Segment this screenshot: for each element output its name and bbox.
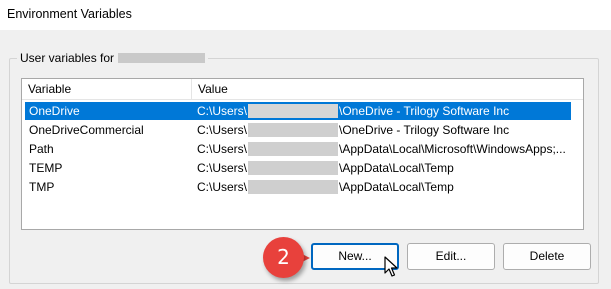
step-number-badge: 2 [263, 237, 304, 278]
value-suffix: \OneDrive - Trilogy Software Inc [339, 123, 510, 137]
window-title: Environment Variables [7, 7, 132, 21]
redacted-username [248, 104, 339, 118]
column-header-value[interactable]: Value [192, 79, 584, 100]
variable-value: C:\Users\ \AppData\Local\Temp [197, 161, 454, 175]
redacted-username [118, 53, 206, 63]
variable-name: TMP [29, 180, 55, 194]
table-row[interactable]: OneDrive C:\Users\ \OneDrive - Trilogy So… [25, 102, 571, 120]
variable-name: OneDriveCommercial [29, 123, 144, 137]
title-bar: Environment Variables [0, 0, 611, 30]
user-variables-list[interactable]: Variable Value OneDrive C:\Users\ \OneDri… [21, 78, 584, 230]
variable-name: OneDrive [29, 104, 80, 118]
value-suffix: \AppData\Local\Temp [339, 180, 454, 194]
value-suffix: \AppData\Local\Microsoft\WindowsApps;... [339, 142, 566, 156]
table-row[interactable]: TMP C:\Users\ \AppData\Local\Temp [25, 178, 571, 196]
value-suffix: \AppData\Local\Temp [339, 161, 454, 175]
variable-value: C:\Users\ \OneDrive - Trilogy Software In… [197, 123, 509, 137]
variable-name: TEMP [29, 161, 63, 175]
value-suffix: \OneDrive - Trilogy Software Inc [339, 104, 510, 118]
user-variables-label: User variables for [20, 51, 115, 65]
variable-name: Path [29, 142, 54, 156]
table-row[interactable]: Path C:\Users\ \AppData\Local\Microsoft\W… [25, 140, 571, 158]
redacted-username [248, 142, 339, 156]
redacted-username [248, 161, 339, 175]
user-variables-legend: User variables for [17, 51, 209, 65]
table-row[interactable]: OneDriveCommercial C:\Users\ \OneDrive - … [25, 121, 571, 139]
column-header-variable[interactable]: Variable [22, 79, 192, 100]
variable-value: C:\Users\ \OneDrive - Trilogy Software In… [197, 104, 509, 118]
value-prefix: C:\Users\ [197, 104, 248, 118]
delete-button[interactable]: Delete [503, 243, 591, 270]
variable-value: C:\Users\ \AppData\Local\Microsoft\Window… [197, 142, 566, 156]
list-header: Variable Value [22, 79, 583, 100]
value-prefix: C:\Users\ [197, 180, 248, 194]
table-row[interactable]: TEMP C:\Users\ \AppData\Local\Temp [25, 159, 571, 177]
value-prefix: C:\Users\ [197, 123, 248, 137]
redacted-username [248, 123, 339, 137]
value-prefix: C:\Users\ [197, 142, 248, 156]
arrow-pointer-icon [384, 256, 398, 277]
redacted-username [248, 180, 339, 194]
edit-button[interactable]: Edit... [407, 243, 495, 270]
value-prefix: C:\Users\ [197, 161, 248, 175]
variable-value: C:\Users\ \AppData\Local\Temp [197, 180, 454, 194]
